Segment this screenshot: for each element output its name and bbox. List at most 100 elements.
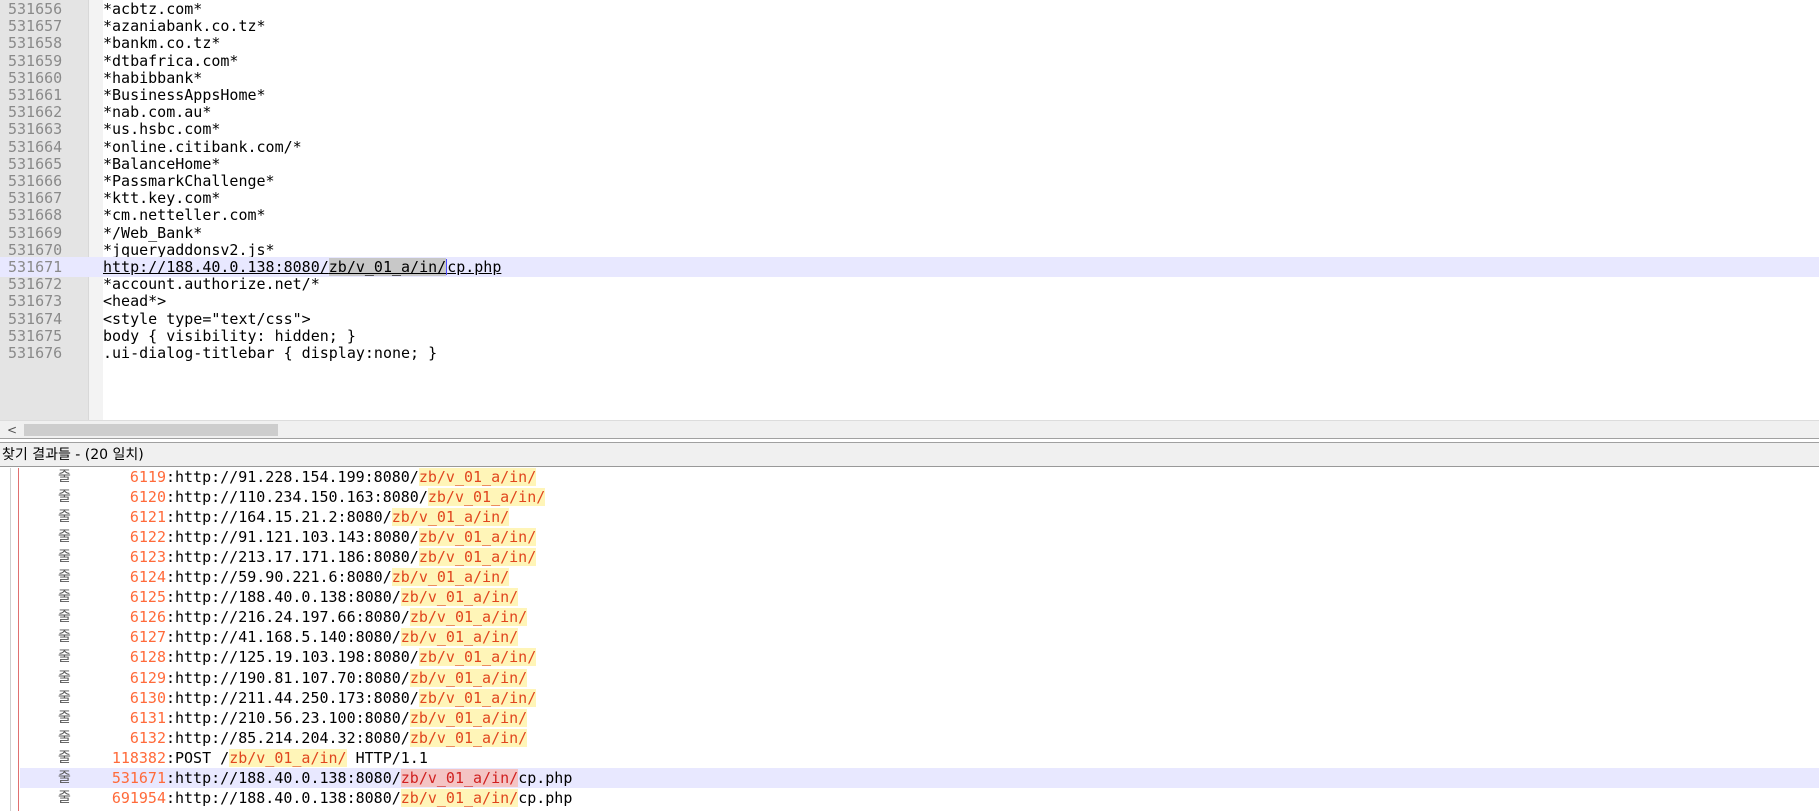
separator: : <box>166 508 176 527</box>
result-row[interactable]: 줄 6124: http://59.90.221.6:8080/zb/v_01_a/… <box>20 567 1819 587</box>
result-text: http://190.81.107.70:8080/zb/v_01_a/in/ <box>175 668 528 688</box>
separator: : <box>166 788 176 807</box>
match-highlight: zb/v_01_a/in/ <box>418 648 537 667</box>
result-line-number: 6127 <box>129 628 166 647</box>
line-prefix-label: 줄 <box>58 509 71 526</box>
result-row[interactable]: 줄 6125: http://188.40.0.138:8080/zb/v_01_a… <box>20 587 1819 607</box>
current-result-row[interactable]: 줄 531671: http://188.40.0.138:8080/zb/v_01… <box>20 767 1819 788</box>
result-line-number: 6132 <box>129 728 166 747</box>
separator: : <box>166 628 176 647</box>
result-row[interactable]: 줄 6128: http://125.19.103.198:8080/zb/v_01… <box>20 647 1819 667</box>
line-prefix-label: 줄 <box>58 549 71 566</box>
match-highlight: zb/v_01_a/in/ <box>400 588 519 607</box>
result-text: http://188.40.0.138:8080/zb/v_01_a/in/ <box>175 587 519 607</box>
line-prefix-label: 줄 <box>58 569 71 586</box>
result-line-number: 118382 <box>111 748 166 767</box>
line-prefix-label: 줄 <box>58 729 71 746</box>
result-row[interactable]: 줄 6120: http://110.234.150.163:8080/zb/v_0… <box>20 487 1819 507</box>
result-row[interactable]: 줄 118382: POST /zb/v_01_a/in/ HTTP/1.1 <box>20 748 1819 768</box>
fold-marker-line <box>18 468 19 811</box>
separator: : <box>166 688 176 707</box>
separator: : <box>166 708 176 727</box>
line-prefix-label: 줄 <box>58 589 71 606</box>
result-text: http://216.24.197.66:8080/zb/v_01_a/in/ <box>175 607 528 627</box>
separator: : <box>166 748 176 767</box>
match-highlight: zb/v_01_a/in/ <box>409 708 528 727</box>
result-row[interactable]: 줄 6127: http://41.168.5.140:8080/zb/v_01_a… <box>20 627 1819 647</box>
result-line-number: 691954 <box>111 788 166 807</box>
horizontal-scrollbar[interactable]: < <box>0 420 1819 439</box>
result-line-number: 6123 <box>129 548 166 567</box>
line-prefix-label: 줄 <box>58 529 71 546</box>
result-row[interactable]: 줄 6130: http://211.44.250.173:8080/zb/v_01… <box>20 688 1819 708</box>
separator: : <box>166 568 176 587</box>
match-suffix: HTTP/1.1 <box>346 748 428 767</box>
editor-line[interactable]: 531676 .ui-dialog-titlebar { display:none… <box>0 343 1819 363</box>
match-highlight: zb/v_01_a/in/ <box>409 608 528 627</box>
line-prefix-label: 줄 <box>58 769 71 786</box>
result-row[interactable]: 줄 6132: http://85.214.204.32:8080/zb/v_01_… <box>20 728 1819 748</box>
line-number: 531676 <box>8 344 63 362</box>
match-highlight: zb/v_01_a/in/ <box>400 788 519 807</box>
result-row[interactable]: 줄 6129: http://190.81.107.70:8080/zb/v_01_… <box>20 668 1819 688</box>
line-prefix-label: 줄 <box>58 629 71 646</box>
result-text: POST /zb/v_01_a/in/ HTTP/1.1 <box>175 748 428 768</box>
match-prefix: http://125.19.103.198:8080/ <box>175 648 419 667</box>
separator: : <box>166 608 176 627</box>
match-suffix: cp.php <box>518 788 573 807</box>
result-text: http://91.228.154.199:8080/zb/v_01_a/in/ <box>175 468 537 487</box>
result-row[interactable]: 줄 6131: http://210.56.23.100:8080/zb/v_01_… <box>20 708 1819 728</box>
line-prefix-label: 줄 <box>58 469 71 485</box>
separator: : <box>166 488 176 507</box>
match-prefix: http://190.81.107.70:8080/ <box>175 668 410 687</box>
match-highlight: zb/v_01_a/in/ <box>229 748 347 767</box>
match-highlight: zb/v_01_a/in/ <box>418 468 537 486</box>
match-highlight: zb/v_01_a/in/ <box>418 688 537 707</box>
line-prefix-label: 줄 <box>58 489 71 506</box>
result-line-number: 6129 <box>129 668 166 687</box>
result-row[interactable]: 줄 6121: http://164.15.21.2:8080/zb/v_01_a/… <box>20 507 1819 527</box>
result-text: http://59.90.221.6:8080/zb/v_01_a/in/ <box>175 567 510 587</box>
scroll-left-arrow-icon[interactable]: < <box>4 421 20 439</box>
match-highlight: zb/v_01_a/in/ <box>427 488 546 507</box>
match-prefix: http://164.15.21.2:8080/ <box>175 508 392 527</box>
match-highlight: zb/v_01_a/in/ <box>409 728 528 747</box>
result-text: http://188.40.0.138:8080/zb/v_01_a/in/cp… <box>175 788 572 808</box>
result-text: http://188.40.0.138:8080/zb/v_01_a/in/cp… <box>175 768 572 788</box>
match-suffix: cp.php <box>518 768 573 787</box>
match-highlight: zb/v_01_a/in/ <box>391 508 510 527</box>
result-text: http://41.168.5.140:8080/zb/v_01_a/in/ <box>175 627 519 647</box>
separator: : <box>166 728 176 747</box>
separator: : <box>166 588 176 607</box>
match-prefix: http://188.40.0.138:8080/ <box>175 588 401 607</box>
result-line-number: 6120 <box>129 488 166 507</box>
result-line-number: 6124 <box>129 568 166 587</box>
match-highlight: zb/v_01_a/in/ <box>418 528 537 547</box>
match-prefix: http://91.121.103.143:8080/ <box>175 528 419 547</box>
find-results-pane[interactable]: 줄 6119: http://91.228.154.199:8080/zb/v_01… <box>0 468 1819 811</box>
result-line-number: 531671 <box>111 768 166 787</box>
match-prefix: POST / <box>175 748 230 767</box>
match-highlight: zb/v_01_a/in/ <box>418 548 537 567</box>
result-row[interactable]: 줄 6126: http://216.24.197.66:8080/zb/v_01_… <box>20 607 1819 627</box>
line-prefix-label: 줄 <box>58 789 71 806</box>
editor-pane[interactable]: 531656 *acbtz.com* 531657 *azaniabank.co.tz… <box>0 0 1819 420</box>
match-highlight: zb/v_01_a/in/ <box>400 628 519 647</box>
scrollbar-thumb[interactable] <box>24 424 278 436</box>
result-row[interactable]: 줄 6119: http://91.228.154.199:8080/zb/v_01… <box>20 468 1819 487</box>
match-prefix: http://41.168.5.140:8080/ <box>175 628 401 647</box>
result-row[interactable]: 줄 6123: http://213.17.171.186:8080/zb/v_01… <box>20 547 1819 567</box>
result-line-number: 6121 <box>129 508 166 527</box>
line-prefix-label: 줄 <box>58 609 71 626</box>
result-line-number: 6119 <box>129 468 166 486</box>
result-text: http://164.15.21.2:8080/zb/v_01_a/in/ <box>175 507 510 527</box>
result-text: http://125.19.103.198:8080/zb/v_01_a/in/ <box>175 647 537 667</box>
result-row[interactable]: 줄 691954: http://188.40.0.138:8080/zb/v_01… <box>20 788 1819 808</box>
line-prefix-label: 줄 <box>58 649 71 666</box>
results-margin <box>0 468 11 811</box>
result-row[interactable]: 줄 6122: http://91.121.103.143:8080/zb/v_01… <box>20 527 1819 547</box>
line-text[interactable]: .ui-dialog-titlebar { display:none; } <box>103 343 437 363</box>
result-line-number: 6122 <box>129 528 166 547</box>
match-prefix: http://211.44.250.173:8080/ <box>175 688 419 707</box>
separator: : <box>166 648 176 667</box>
